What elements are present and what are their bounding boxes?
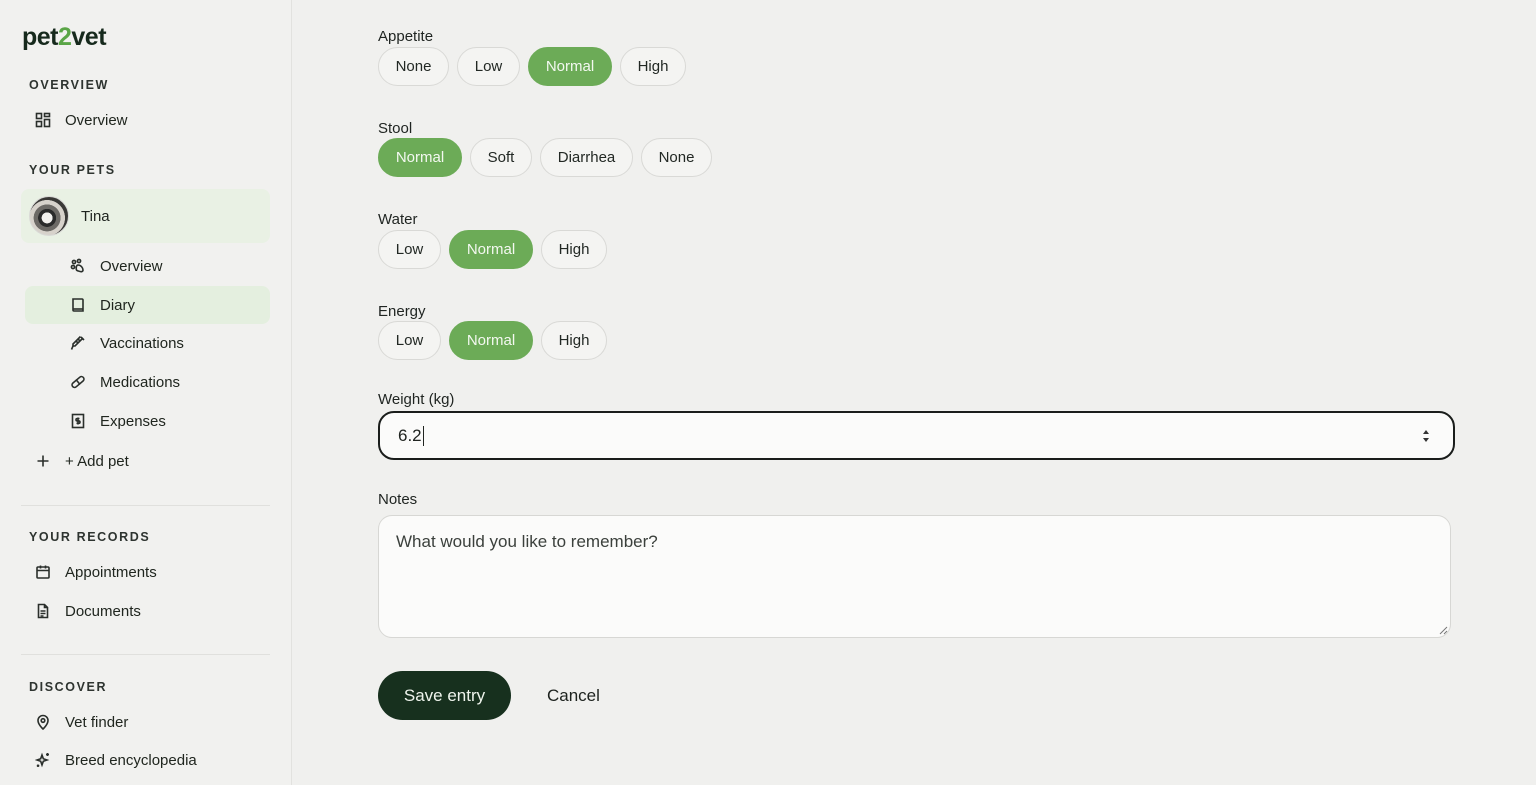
grid-icon [34,111,52,129]
pet-name: Tina [81,207,110,225]
sidebar-item-documents[interactable]: Documents [21,592,270,630]
number-spinner-icon[interactable] [1421,427,1431,445]
sidebar-item-label: Overview [65,111,128,129]
calendar-icon [34,563,52,581]
paw-icon [69,257,87,275]
sidebar-item-vet-finder[interactable]: Vet finder [21,703,270,741]
water-options: Low Normal High [378,230,607,269]
section-title-your-records: YOUR RECORDS [29,530,151,544]
section-title-discover: DISCOVER [29,680,108,694]
section-title-your-pets: YOUR PETS [29,163,116,177]
stool-option-none[interactable]: None [641,138,712,177]
appetite-option-high[interactable]: High [620,47,686,86]
save-entry-button[interactable]: Save entry [378,671,511,720]
document-icon [34,602,52,620]
book-icon [69,296,87,314]
energy-option-low[interactable]: Low [378,321,441,360]
pet-nav-medications[interactable]: Medications [25,363,270,401]
pet-nav-diary[interactable]: Diary [25,286,270,324]
appetite-option-none[interactable]: None [378,47,449,86]
sidebar-item-label: Breed encyclopedia [65,751,197,769]
pet-avatar [29,196,69,236]
water-label: Water [378,211,418,228]
notes-placeholder: What would you like to remember? [396,532,658,551]
add-pet-button[interactable]: + Add pet [21,442,270,480]
pet-nav-expenses[interactable]: Expenses [25,402,270,440]
syringe-icon [69,334,87,352]
diary-entry-form: Appetite None Low Normal High Stool Norm… [292,0,1536,785]
water-option-high[interactable]: High [541,230,607,269]
pet-nav-overview[interactable]: Overview [25,247,270,285]
appetite-option-normal[interactable]: Normal [528,47,612,86]
pet-nav-label: Medications [100,373,181,391]
energy-option-high[interactable]: High [541,321,607,360]
stool-option-diarrhea[interactable]: Diarrhea [540,138,633,177]
stool-option-normal[interactable]: Normal [378,138,462,177]
resize-handle-icon[interactable] [1439,626,1448,635]
stool-options: Normal Soft Diarrhea None [378,138,712,177]
stool-label: Stool [378,120,413,137]
appetite-options: None Low Normal High [378,47,686,86]
pet-item-tina[interactable]: Tina [21,189,270,243]
appetite-label: Appetite [378,28,434,45]
weight-label: Weight (kg) [378,391,455,408]
sidebar-divider [21,654,270,655]
map-pin-icon [34,713,52,731]
pet-nav-label: Overview [100,257,163,275]
pet-nav-label: Diary [100,296,136,314]
sidebar-item-label: Appointments [65,563,157,581]
energy-options: Low Normal High [378,321,607,360]
energy-option-normal[interactable]: Normal [449,321,533,360]
text-caret [422,425,424,446]
cancel-button[interactable]: Cancel [547,671,600,720]
notes-label: Notes [378,491,418,508]
sidebar: pet2vet OVERVIEW Overview YOUR PETS Tina… [0,0,292,785]
weight-input[interactable]: 6.2 [378,411,1455,460]
pill-icon [69,373,87,391]
pet-nav-label: Expenses [100,412,166,430]
sidebar-item-label: Documents [65,602,141,620]
sidebar-item-overview[interactable]: Overview [21,101,270,139]
pet-nav-vaccinations[interactable]: Vaccinations [25,324,270,362]
appetite-option-low[interactable]: Low [457,47,520,86]
section-title-overview: OVERVIEW [29,78,109,92]
water-option-low[interactable]: Low [378,230,441,269]
sparkles-icon [34,751,52,769]
receipt-icon [69,412,87,430]
sidebar-item-breed-encyclopedia[interactable]: Breed encyclopedia [21,741,270,779]
energy-label: Energy [378,303,426,320]
water-option-normal[interactable]: Normal [449,230,533,269]
add-pet-label: + Add pet [65,452,129,470]
plus-icon [34,452,52,470]
weight-value: 6.2 [398,425,422,445]
sidebar-item-label: Vet finder [65,713,129,731]
sidebar-item-appointments[interactable]: Appointments [21,553,270,591]
notes-textarea[interactable]: What would you like to remember? [378,515,1451,638]
sidebar-divider [21,505,270,506]
stool-option-soft[interactable]: Soft [470,138,532,177]
app-logo[interactable]: pet2vet [22,23,107,52]
pet-nav-label: Vaccinations [100,334,184,352]
